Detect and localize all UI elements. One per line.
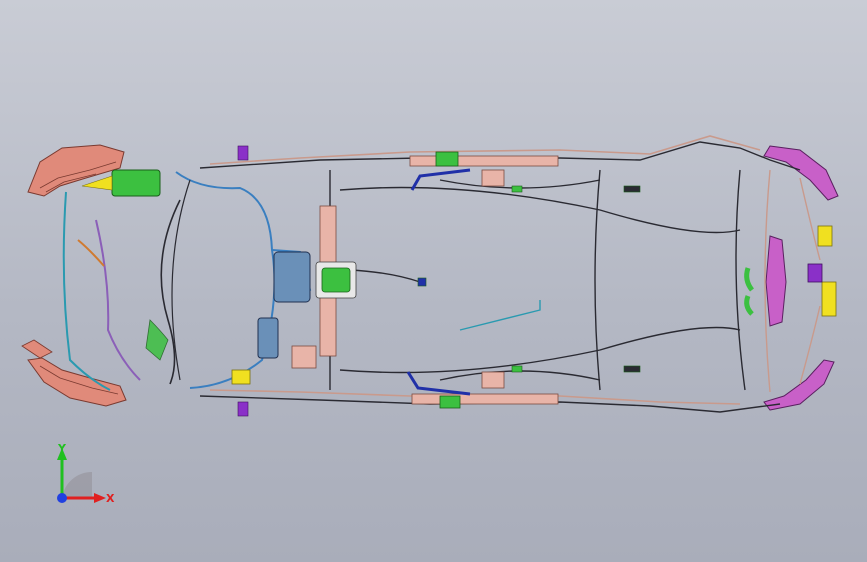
cad-viewport[interactable]: Y X [0, 0, 867, 562]
trunk-harness [744, 267, 755, 316]
engine-bay-harness [62, 145, 251, 417]
axis-x-label: X [106, 492, 115, 505]
coordinate-triad-icon: Y X [57, 442, 115, 505]
floor-connectors [417, 185, 641, 373]
axis-y-label: Y [57, 442, 67, 455]
right-sill-tray [406, 371, 559, 409]
rear-right-taillamp [763, 359, 835, 411]
front-right-headlamp [21, 339, 127, 407]
instrument-cluster [257, 251, 311, 359]
wiring-harness-model[interactable] [0, 0, 867, 562]
rear-center-lamp [765, 225, 837, 327]
rear-left-taillamp [763, 145, 839, 201]
left-sill-tray [409, 151, 559, 191]
